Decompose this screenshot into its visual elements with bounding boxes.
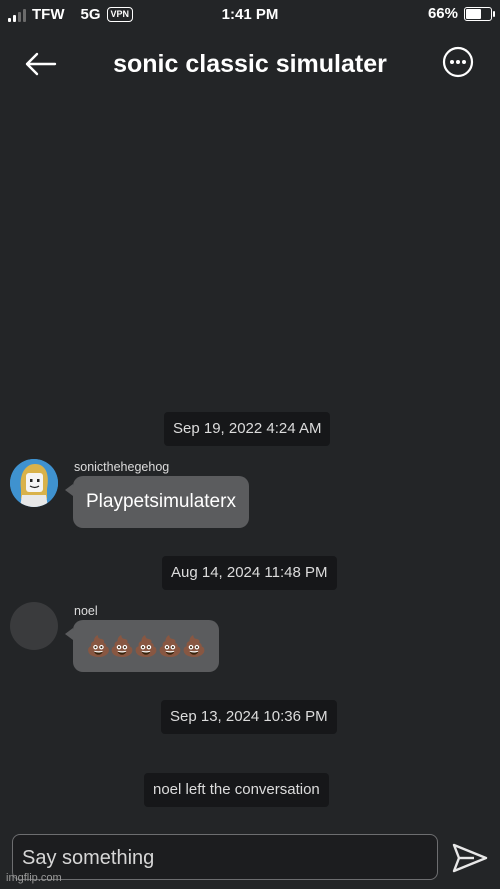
status-bar: TFW 5G VPN 1:41 PM 66% bbox=[0, 0, 500, 30]
message-bubble[interactable]: Playpetsimulaterx bbox=[65, 476, 249, 528]
avatar[interactable] bbox=[10, 602, 58, 650]
message-timestamp: Sep 19, 2022 4:24 AM bbox=[164, 412, 331, 446]
battery-icon bbox=[464, 6, 495, 21]
status-time: 1:41 PM bbox=[221, 6, 279, 23]
message-input-box[interactable] bbox=[12, 834, 438, 881]
status-right: 66% bbox=[427, 5, 495, 22]
more-options-icon bbox=[442, 46, 474, 78]
send-icon bbox=[452, 843, 488, 873]
avatar[interactable] bbox=[10, 459, 58, 507]
more-options-button[interactable] bbox=[442, 46, 474, 78]
conversation-title: sonic classic simulater bbox=[113, 50, 387, 78]
avatar-image bbox=[10, 459, 58, 507]
composer-bar bbox=[0, 830, 500, 889]
system-event-text: noel left the conversation bbox=[144, 773, 329, 807]
sender-name: sonicthehegehog bbox=[74, 460, 170, 474]
chat-header: sonic classic simulater bbox=[0, 30, 500, 100]
message-input[interactable] bbox=[20, 835, 434, 881]
event-timestamp: Sep 13, 2024 10:36 PM bbox=[161, 700, 337, 734]
battery-level bbox=[466, 8, 481, 19]
send-button[interactable] bbox=[452, 842, 488, 874]
message-timestamp: Aug 14, 2024 11:48 PM bbox=[162, 556, 337, 590]
message-bubble[interactable]: 💩💩💩💩💩 bbox=[65, 620, 219, 672]
battery-percent: 66% bbox=[427, 5, 458, 22]
sender-name: noel bbox=[74, 604, 98, 618]
watermark: imgflip.com bbox=[6, 872, 62, 884]
